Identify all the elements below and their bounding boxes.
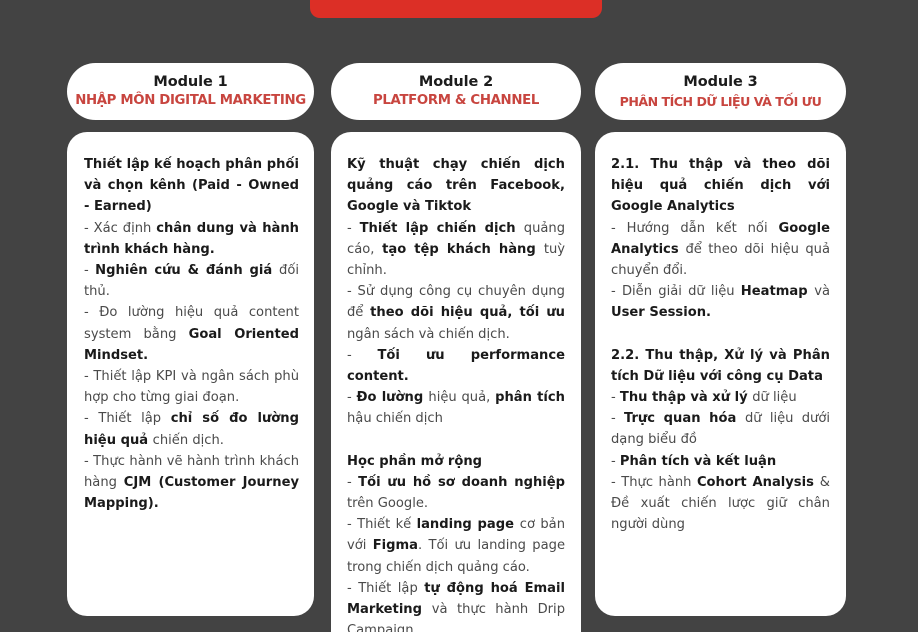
- text-run: và: [814, 284, 830, 300]
- text-run-bold: Tối ưu performance content.: [347, 347, 565, 385]
- module-paragraph: - Diễn giải dữ liệu Heatmap và User Sess…: [611, 281, 830, 323]
- module-body-1: Thiết lập kế hoạch phân phối và chọn kên…: [67, 132, 314, 616]
- text-run-bold: landing page: [416, 517, 520, 533]
- text-run: -: [611, 390, 620, 406]
- text-run: trên Google.: [347, 496, 429, 512]
- text-run-bold: User Session.: [611, 305, 711, 321]
- text-run-bold: Trực quan hóa: [623, 411, 745, 427]
- text-run: -: [347, 390, 357, 406]
- module-paragraph: - Thiết lập tự động hoá Email Marketing …: [347, 578, 565, 632]
- module-paragraph: - Đo lường hiệu quả content system bằng …: [84, 302, 299, 366]
- module-paragraph: - Thiết lập KPI và ngân sách phù hợp cho…: [84, 366, 299, 408]
- text-run-bold: Thiết lập kế hoạch phân phối và chọn kên…: [84, 157, 299, 215]
- module-number: Module 2: [418, 73, 494, 90]
- text-run-bold: Kỹ thuật chạy chiến dịch quảng cáo trên …: [347, 157, 565, 215]
- module-column-1: Module 1 NHẬP MÔN DIGITAL MARKETING Thiết …: [67, 63, 314, 616]
- module-paragraph: 2.1. Thu thập và theo dõi hiệu quả chiến…: [611, 154, 830, 218]
- module-number: Module 3: [683, 74, 758, 91]
- text-run-bold: theo dõi hiệu quả, tối ưu: [370, 305, 565, 321]
- text-run: dữ liệu: [752, 390, 797, 406]
- module-paragraph: - Tối ưu performance content.: [347, 345, 565, 387]
- text-run-bold: Thiết lập chiến dịch: [359, 220, 524, 236]
- module-paragraph: - Trực quan hóa dữ liệu dưới dạng biểu đ…: [611, 408, 830, 450]
- module-paragraph: - Thực hành Cohort Analysis & Đề xuất ch…: [611, 472, 830, 536]
- text-run: -: [611, 453, 620, 469]
- text-run: - Hướng dẫn kết nối: [611, 220, 779, 236]
- module-number: Module 1: [153, 73, 228, 90]
- module-column-2: Module 2 PLATFORM & CHANNEL Kỹ thuật chạy …: [331, 63, 581, 632]
- text-run: - Thực hành: [611, 474, 697, 490]
- module-paragraph: - Tối ưu hồ sơ doanh nghiệp trên Google.: [347, 472, 565, 514]
- text-run: - Thiết lập: [347, 580, 425, 596]
- text-run-bold: Phân tích và kết luận: [619, 453, 777, 469]
- module-paragraph: - Thiết kế landing page cơ bản với Figma…: [347, 514, 565, 578]
- module-paragraph: - Đo lường hiệu quả, phân tích hậu chiến…: [347, 387, 565, 429]
- text-run-bold: 2.2. Thu thập, Xử lý và Phân tích Dữ liệ…: [611, 347, 830, 384]
- text-run: hậu chiến dịch: [347, 411, 443, 427]
- text-run: -: [347, 220, 360, 236]
- text-run: - Thiết lập: [84, 411, 171, 427]
- text-run-bold: Đo lường: [356, 390, 429, 406]
- module-paragraph: - Thu thập và xử lý dữ liệu: [611, 387, 830, 408]
- module-body-3: 2.1. Thu thập và theo dõi hiệu quả chiến…: [595, 132, 846, 616]
- text-run: - Diễn giải dữ liệu: [611, 284, 741, 300]
- module-title: PHÂN TÍCH DỮ LIỆU VÀ TỐI ƯU: [619, 93, 822, 109]
- module-header-3[interactable]: Module 3 PHÂN TÍCH DỮ LIỆU VÀ TỐI ƯU: [595, 63, 846, 120]
- text-run-bold: 2.1. Thu thập và theo dõi hiệu quả chiến…: [611, 157, 830, 215]
- module-paragraph: - Thiết lập chiến dịch quảng cáo, tạo tệ…: [347, 218, 565, 282]
- module-paragraph: - Nghiên cứu & đánh giá đối thủ.: [84, 260, 299, 302]
- text-run: ngân sách và chiến dịch.: [347, 326, 510, 342]
- module-paragraph: - Phân tích và kết luận: [611, 451, 830, 472]
- module-header-2[interactable]: Module 2 PLATFORM & CHANNEL: [331, 63, 581, 120]
- module-paragraph: - Thiết lập chỉ số đo lường hiệu quả chi…: [84, 408, 299, 450]
- text-run: -: [347, 347, 378, 363]
- text-run-bold: Tối ưu hồ sơ doanh nghiệp: [358, 474, 566, 490]
- text-run-bold: Cohort Analysis: [696, 474, 820, 490]
- text-run: hiệu quả,: [428, 390, 496, 406]
- text-run-bold: Học phần mở rộng: [347, 453, 483, 469]
- text-run-bold: Thu thập và xử lý: [619, 390, 753, 406]
- module-title: NHẬP MÔN DIGITAL MARKETING: [75, 93, 306, 109]
- module-paragraph: - Xác định chân dung và hành trình khách…: [84, 218, 299, 260]
- module-header-1[interactable]: Module 1 NHẬP MÔN DIGITAL MARKETING: [67, 63, 314, 120]
- module-paragraph: - Thực hành vẽ hành trình khách hàng CJM…: [84, 451, 299, 515]
- text-run-bold: Nghiên cứu & đánh giá: [95, 263, 280, 279]
- text-run: -: [611, 411, 624, 427]
- red-banner: [310, 0, 602, 18]
- module-paragraph: Học phần mở rộng: [347, 451, 565, 472]
- module-paragraph: 2.2. Thu thập, Xử lý và Phân tích Dữ liệ…: [611, 345, 830, 387]
- module-paragraph: - Hướng dẫn kết nối Google Analytics để …: [611, 218, 830, 282]
- text-run: -: [84, 263, 96, 279]
- text-run: - Xác định: [84, 220, 157, 236]
- module-paragraph: Thiết lập kế hoạch phân phối và chọn kên…: [84, 154, 299, 218]
- text-run-bold: tạo tệp khách hàng: [382, 241, 544, 257]
- text-run: - Thiết kế: [347, 517, 417, 533]
- module-paragraph: - Sử dụng công cụ chuyên dụng để theo dõ…: [347, 281, 565, 345]
- module-column-3: Module 3 PHÂN TÍCH DỮ LIỆU VÀ TỐI ƯU 2.1. …: [595, 63, 846, 616]
- text-run: -: [347, 474, 359, 490]
- text-run-bold: Figma: [372, 538, 419, 554]
- module-title: PLATFORM & CHANNEL: [373, 93, 539, 109]
- text-run: chiến dịch.: [152, 432, 224, 448]
- text-run: - Thiết lập KPI và ngân sách phù hợp cho…: [84, 369, 299, 406]
- text-run-bold: phân tích: [495, 390, 565, 406]
- module-body-2: Kỹ thuật chạy chiến dịch quảng cáo trên …: [331, 132, 581, 632]
- modules-container: Module 1 NHẬP MÔN DIGITAL MARKETING Thiết …: [0, 63, 918, 632]
- module-paragraph: Kỹ thuật chạy chiến dịch quảng cáo trên …: [347, 154, 565, 218]
- text-run-bold: Heatmap: [740, 284, 815, 300]
